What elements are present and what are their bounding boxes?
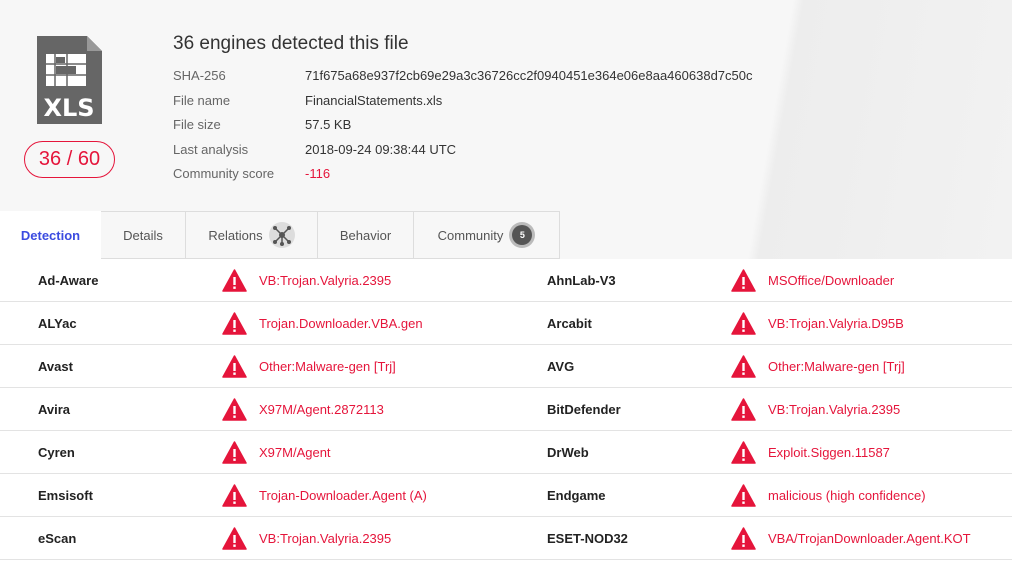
engine-name: AhnLab-V3	[547, 273, 616, 288]
detection-result: Trojan.Downloader.VBA.gen	[259, 316, 423, 331]
engine-name: ESET-NOD32	[547, 531, 628, 546]
detection-result: malicious (high confidence)	[768, 488, 926, 503]
file-info: SHA-256 71f675a68e937f2cb69e29a3c36726cc2…	[173, 68, 752, 191]
detection-result: VB:Trojan.Valyria.2395	[259, 273, 392, 288]
info-label: SHA-256	[173, 68, 226, 83]
tab-label: Community	[437, 227, 504, 243]
alert-icon	[731, 355, 756, 378]
community-count-badge: 5	[509, 222, 536, 248]
community-score-value: -116	[305, 166, 331, 181]
alert-icon	[222, 269, 247, 292]
detection-row: ALYac Trojan.Downloader.VBA.gen Arcabit …	[0, 302, 1012, 345]
alert-icon	[222, 398, 247, 421]
tab-detection[interactable]: Detection	[0, 211, 101, 259]
engine-name: AVG	[547, 359, 575, 374]
detection-result: MSOffice/Downloader	[768, 273, 895, 288]
engine-name: Avast	[38, 359, 73, 374]
info-label: Last analysis	[173, 141, 249, 157]
tab-label: Detection	[20, 227, 81, 243]
info-label: File name	[173, 92, 231, 108]
tab-label: Details	[123, 227, 163, 243]
tab-bar: Detection Details Relations Behavior Com…	[0, 211, 560, 259]
graph-icon	[268, 222, 295, 248]
page-title: 36 engines detected this file	[173, 33, 409, 54]
alert-icon	[731, 484, 756, 507]
detection-row: eScan VB:Trojan.Valyria.2395 ESET-NOD32 …	[0, 517, 1012, 560]
engine-name: BitDefender	[547, 402, 621, 417]
detection-row: Avira X97M/Agent.2872113 BitDefender VB:…	[0, 388, 1012, 431]
alert-icon	[731, 441, 756, 464]
detection-row: Emsisoft Trojan-Downloader.Agent (A) End…	[0, 474, 1012, 517]
engine-name: Emsisoft	[38, 488, 93, 503]
detection-result: VB:Trojan.Valyria.2395	[259, 531, 392, 546]
engine-name: DrWeb	[547, 445, 589, 460]
alert-icon	[222, 527, 247, 550]
svg-text:XLS: XLS	[43, 94, 94, 122]
xls-file-icon: XLS	[37, 36, 102, 124]
engine-name: eScan	[38, 531, 77, 546]
detection-result: Other:Malware-gen [Trj]	[768, 359, 905, 374]
detection-row: Avast Other:Malware-gen [Trj] AVG Other:…	[0, 345, 1012, 388]
detection-result: X97M/Agent.2872113	[259, 402, 384, 417]
file-size-value: 57.5 KB	[305, 117, 352, 132]
tab-label: Behavior	[339, 227, 392, 243]
alert-icon	[731, 312, 756, 335]
engine-name: Cyren	[38, 445, 75, 460]
tab-relations[interactable]: Relations	[186, 211, 318, 259]
alert-icon	[731, 398, 756, 421]
detection-result: Trojan-Downloader.Agent (A)	[259, 488, 427, 503]
engine-name: Arcabit	[547, 316, 592, 331]
tab-community[interactable]: Community 5	[414, 211, 560, 259]
tab-details[interactable]: Details	[101, 211, 186, 259]
info-label: File size	[173, 117, 221, 132]
detection-row: Cyren X97M/Agent DrWeb Exploit.Siggen.11…	[0, 431, 1012, 474]
file-header: XLS 36 / 60 36 engines detected this fil…	[0, 0, 1012, 259]
engine-name: Ad-Aware	[38, 273, 99, 288]
tab-behavior[interactable]: Behavior	[318, 211, 414, 259]
alert-icon	[222, 355, 247, 378]
file-name-value: FinancialStatements.xls	[305, 92, 443, 108]
tab-label: Relations	[208, 227, 263, 243]
detection-result: VB:Trojan.Valyria.D95B	[768, 316, 904, 331]
engine-name: Avira	[38, 402, 71, 417]
detection-result: VB:Trojan.Valyria.2395	[768, 402, 901, 417]
info-label: Community score	[173, 166, 275, 181]
detection-result: Other:Malware-gen [Trj]	[259, 359, 396, 374]
alert-icon	[731, 269, 756, 292]
detection-row: Ad-Aware VB:Trojan.Valyria.2395 AhnLab-V…	[0, 259, 1012, 302]
sha256-value: 71f675a68e937f2cb69e29a3c36726cc2f094045…	[305, 68, 753, 83]
last-analysis-value: 2018-09-24 09:38:44 UTC	[305, 141, 457, 157]
engine-name: ALYac	[38, 316, 77, 331]
detection-result: VBA/TrojanDownloader.Agent.KOT	[768, 531, 971, 546]
detection-result: Exploit.Siggen.11587	[768, 445, 890, 460]
alert-icon	[222, 441, 247, 464]
detection-result: X97M/Agent	[259, 445, 331, 460]
engine-name: Endgame	[547, 488, 606, 503]
detection-table: Ad-Aware VB:Trojan.Valyria.2395 AhnLab-V…	[0, 259, 1012, 560]
alert-icon	[222, 484, 247, 507]
detection-score: 36 / 60	[24, 141, 115, 178]
alert-icon	[731, 527, 756, 550]
alert-icon	[222, 312, 247, 335]
